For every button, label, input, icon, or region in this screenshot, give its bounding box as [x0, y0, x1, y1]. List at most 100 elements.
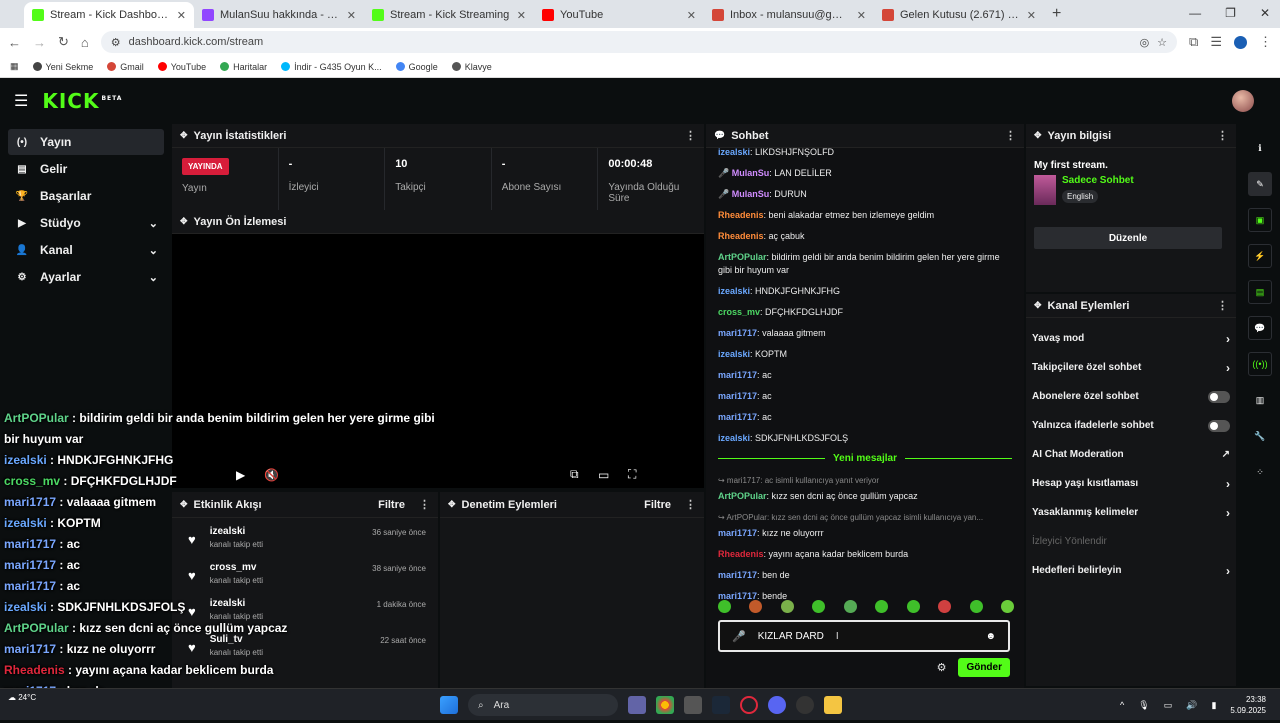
chat-username[interactable]: mari1717	[718, 412, 757, 422]
lightning-icon[interactable]: ⚡	[1248, 244, 1272, 268]
browser-tab[interactable]: MulanSuu hakkında - Twitch ✕	[194, 2, 364, 28]
chat-message[interactable]: mari1717: ac	[718, 369, 1012, 382]
emoji-icon[interactable]: ☻	[985, 631, 996, 642]
hide-icon[interactable]: ◎	[1140, 36, 1150, 49]
minimize-icon[interactable]: —	[1189, 6, 1201, 20]
external-link-icon[interactable]: ↗	[1222, 449, 1230, 460]
mic-icon[interactable]: 🎤	[732, 630, 746, 643]
theater-icon[interactable]: ▭	[598, 468, 609, 482]
chevron-right-icon[interactable]: ›	[1226, 564, 1230, 578]
teams-icon[interactable]	[628, 696, 646, 714]
volume-icon[interactable]: 🔊	[1186, 700, 1197, 711]
chat-username[interactable]: izealski	[718, 433, 750, 443]
chat-username[interactable]: Rheadenis	[718, 231, 764, 241]
drag-handle-icon[interactable]: ✥	[448, 499, 456, 510]
fullscreen-icon[interactable]: ⛶	[628, 467, 636, 482]
chat-username[interactable]: mari1717	[718, 570, 757, 580]
chat-message[interactable]: Rheadenis: beni alakadar etmez ben izlem…	[718, 209, 1012, 222]
emote-icon[interactable]	[812, 600, 826, 613]
kick-logo[interactable]: KICK BETA	[42, 89, 122, 113]
address-bar[interactable]: ⚙ dashboard.kick.com/stream ◎ ☆	[100, 31, 1178, 53]
chat-message[interactable]: mari1717: ac	[718, 390, 1012, 403]
chat-message[interactable]: Rheadenis: aç çabuk	[718, 230, 1012, 243]
chat-username[interactable]: izealski	[718, 349, 750, 359]
browser-tab[interactable]: Inbox - mulansuu@gmail.com - ✕	[704, 2, 874, 28]
sidebar-item-5[interactable]: ⚙ Ayarlar ⌄	[8, 264, 164, 290]
opera-icon[interactable]	[740, 696, 758, 714]
chat-message[interactable]: mari1717: kızz ne oluyorrr	[718, 527, 1012, 540]
battery-icon[interactable]: ▮	[1211, 700, 1216, 711]
clip-icon[interactable]: ▣	[1248, 208, 1272, 232]
channel-action-row[interactable]: AI Chat Moderation ↗	[1026, 440, 1236, 469]
stream-info-more-icon[interactable]: ⋮	[1217, 129, 1228, 142]
store-icon[interactable]	[684, 696, 702, 714]
pip-icon[interactable]: ⧉	[570, 467, 579, 482]
toggle-switch[interactable]	[1208, 419, 1230, 432]
chat-message[interactable]: cross_mv: DFÇHKFDGLHJDF	[718, 306, 1012, 319]
send-button[interactable]: Gönder	[958, 657, 1010, 677]
tab-close-icon[interactable]: ✕	[347, 9, 356, 22]
chevron-right-icon[interactable]: ›	[1226, 477, 1230, 491]
channel-action-row[interactable]: Yavaş mod ›	[1026, 324, 1236, 353]
extensions-icon[interactable]: ⧉	[1189, 34, 1198, 50]
chat-input[interactable]: 🎤 KIZLAR DARD I ☻	[718, 620, 1010, 652]
tab-close-icon[interactable]: ✕	[1027, 9, 1036, 22]
browser-tab[interactable]: Stream - Kick Dashboard ✕	[24, 2, 194, 28]
chat-username[interactable]: Rheadenis	[718, 210, 764, 220]
emote-icon[interactable]	[780, 600, 794, 613]
chat-message[interactable]: mari1717: ben de	[718, 569, 1012, 582]
stats-more-icon[interactable]: ⋮	[685, 129, 696, 142]
user-avatar[interactable]	[1232, 90, 1254, 112]
site-info-icon[interactable]: ⚙	[111, 36, 121, 49]
emote-icon[interactable]	[1000, 600, 1014, 613]
emote-icon[interactable]	[969, 600, 983, 613]
bookmark-item[interactable]: Gmail	[107, 62, 144, 72]
clipboard-icon[interactable]: ▤	[1248, 280, 1272, 304]
bookmark-item[interactable]: İndir - G435 Oyun K...	[281, 62, 382, 72]
toggle-switch[interactable]	[1208, 390, 1230, 403]
profile-icon[interactable]	[1234, 35, 1247, 49]
chat-username[interactable]: MulanSu	[732, 168, 770, 178]
chat-username[interactable]: mari1717	[718, 328, 757, 338]
mod-filter-button[interactable]: Filtre	[644, 499, 671, 511]
menu-icon[interactable]: ⋮	[1259, 34, 1272, 50]
chat-message[interactable]: mari1717: ac	[718, 411, 1012, 424]
chat-username[interactable]: mari1717	[718, 528, 757, 538]
chat-settings-icon[interactable]: ⚙	[937, 661, 947, 674]
bookmark-item[interactable]: YouTube	[157, 62, 206, 72]
github-icon[interactable]	[796, 696, 814, 714]
chat-message[interactable]: izealski: KOPTM	[718, 348, 1012, 361]
layout-icon[interactable]: ▥	[1248, 388, 1272, 412]
file-explorer-icon[interactable]	[824, 696, 842, 714]
clock[interactable]: 23:38 5.09.2025	[1230, 694, 1266, 716]
drag-handle-icon[interactable]: ✥	[180, 130, 188, 141]
category-link[interactable]: Sadece Sohbet	[1062, 175, 1134, 186]
sidebar-item-1[interactable]: ▤ Gelir	[8, 156, 164, 182]
chevron-right-icon[interactable]: ›	[1226, 361, 1230, 375]
chat-username[interactable]: izealski	[718, 148, 750, 157]
bookmark-item[interactable]: Klavye	[451, 62, 492, 72]
bookmark-item[interactable]: Yeni Sekme	[32, 62, 93, 72]
chat-message[interactable]: izealski: HNDKJFGHNKJFHG	[718, 285, 1012, 298]
tab-close-icon[interactable]: ✕	[857, 9, 866, 22]
emote-icon[interactable]	[843, 600, 857, 613]
chrome-icon[interactable]	[656, 696, 674, 714]
tool-icon[interactable]: 🔧	[1248, 424, 1272, 448]
chat-username[interactable]: cross_mv	[718, 307, 760, 317]
chat-messages[interactable]: izealski: LIKDSHJFNŞOLFD 🎤 MulanSu: LAN D…	[706, 148, 1024, 618]
drag-handle-icon[interactable]: ✥	[1034, 130, 1042, 141]
maximize-icon[interactable]: ❐	[1225, 6, 1236, 20]
chat-message[interactable]: izealski: SDKJFNHLKDSJFOLŞ	[718, 432, 1012, 445]
chat-message[interactable]: mari1717: valaaaa gitmem	[718, 327, 1012, 340]
reading-list-icon[interactable]: ☰	[1210, 34, 1222, 50]
chevron-right-icon[interactable]: ›	[1226, 332, 1230, 346]
chat-username[interactable]: MulanSu	[732, 189, 770, 199]
chat-username[interactable]: ArtPOPular	[718, 491, 767, 501]
sidebar-item-0[interactable]: (•) Yayın	[8, 129, 164, 155]
taskbar-search[interactable]: ⌕ Ara	[468, 694, 618, 716]
edit-stream-button[interactable]: Düzenle	[1034, 227, 1222, 249]
channel-action-row[interactable]: Hesap yaşı kısıtlaması ›	[1026, 469, 1236, 498]
close-window-icon[interactable]: ✕	[1260, 6, 1270, 20]
drag-handle-icon[interactable]: ✥	[1034, 300, 1042, 311]
chat-message[interactable]: 🎤 MulanSu: DURUN	[718, 188, 1012, 201]
